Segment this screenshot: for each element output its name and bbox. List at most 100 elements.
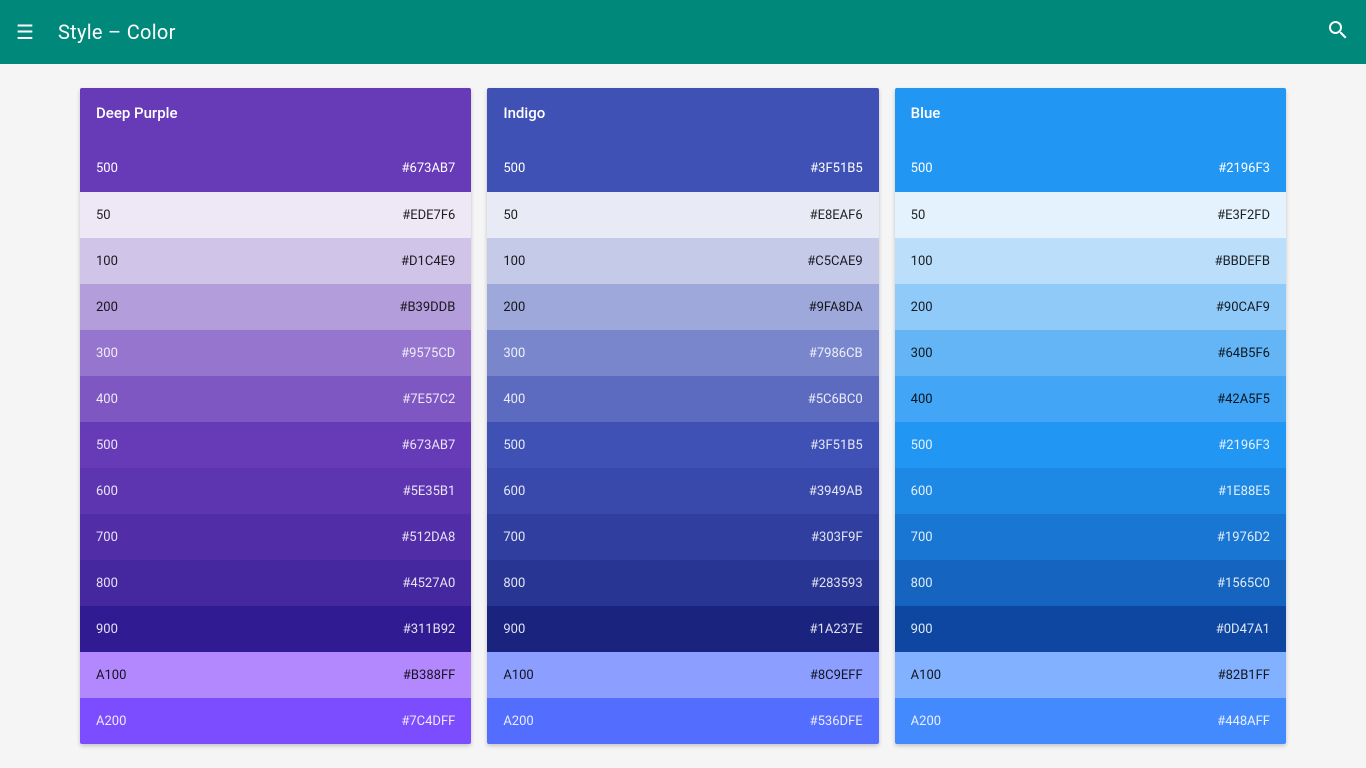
swatch-shade: 600	[503, 484, 525, 499]
swatch-shade: 500	[911, 438, 933, 453]
swatch-shade: 200	[911, 300, 933, 315]
header-shade: 500	[911, 161, 933, 176]
swatch-hex: #7986CB	[809, 346, 863, 361]
swatch-hex: #E8EAF6	[810, 208, 863, 223]
swatch-shade: 300	[911, 346, 933, 361]
swatch-row: 100#C5CAE9	[487, 238, 878, 284]
swatch-header-blue: Blue500#2196F3	[895, 88, 1286, 192]
swatch-shade: A200	[96, 714, 126, 729]
main-content: Deep Purple500#673AB750#EDE7F6100#D1C4E9…	[0, 64, 1366, 768]
swatch-hex: #1E88E5	[1218, 484, 1270, 499]
swatch-row: 300 #9575CD	[80, 330, 471, 376]
swatch-shade: 900	[96, 622, 118, 637]
swatch-hex: #1565C0	[1217, 576, 1270, 591]
swatch-hex: #B388FF	[403, 668, 455, 683]
swatch-shade: 700	[96, 530, 118, 545]
swatch-shade: 100	[911, 254, 933, 269]
swatch-row: A200#536DFE	[487, 698, 878, 744]
swatch-shade: 400	[96, 392, 118, 407]
color-info: 500#3F51B5	[503, 161, 862, 176]
swatch-shade: 200	[96, 300, 118, 315]
menu-icon[interactable]: ☰	[16, 20, 34, 44]
swatch-row: 100#D1C4E9	[80, 238, 471, 284]
swatch-shade: 600	[96, 484, 118, 499]
swatch-shade: 900	[911, 622, 933, 637]
swatch-row: 700#303F9F	[487, 514, 878, 560]
color-name: Deep Purple	[96, 104, 455, 122]
swatch-hex: #3949AB	[809, 484, 863, 499]
swatch-row: A100#8C9EFF	[487, 652, 878, 698]
swatch-row: 200 #B39DDB	[80, 284, 471, 330]
swatch-shade: 500	[96, 438, 118, 453]
swatch-row: 400 #5C6BC0	[487, 376, 878, 422]
swatch-row: 300#64B5F6	[895, 330, 1286, 376]
swatch-shade: 800	[911, 576, 933, 591]
swatch-hex: #536DFE	[810, 714, 863, 729]
swatch-shade: A100	[96, 668, 126, 683]
swatch-shade: A200	[911, 714, 941, 729]
swatch-hex: #EDE7F6	[402, 208, 455, 223]
swatch-hex: #283593	[811, 576, 863, 591]
swatch-hex: #5C6BC0	[808, 392, 863, 407]
swatch-hex: #448AFF	[1217, 714, 1270, 729]
color-column-blue: Blue500#2196F350#E3F2FD100#BBDEFB200#90C…	[895, 88, 1286, 744]
swatch-shade: A100	[503, 668, 533, 683]
swatch-hex: #C5CAE9	[807, 254, 862, 269]
swatch-row: 900 #0D47A1	[895, 606, 1286, 652]
swatch-row: 50 #E8EAF6	[487, 192, 878, 238]
header-hex: #673AB7	[402, 161, 456, 176]
swatch-shade: 700	[503, 530, 525, 545]
swatch-hex: #42A5F5	[1217, 392, 1270, 407]
swatch-row: 700#512DA8	[80, 514, 471, 560]
swatch-hex: #B39DDB	[399, 300, 455, 315]
swatch-header-indigo: Indigo500#3F51B5	[487, 88, 878, 192]
swatch-row: 800 #283593	[487, 560, 878, 606]
swatch-shade: 300	[96, 346, 118, 361]
swatch-shade: 400	[503, 392, 525, 407]
search-icon[interactable]	[1326, 18, 1350, 47]
swatch-hex: #9575CD	[401, 346, 455, 361]
swatch-row: 900 #1A237E	[487, 606, 878, 652]
swatch-hex: #311B92	[403, 622, 456, 637]
swatch-hex: #E3F2FD	[1217, 208, 1270, 223]
swatch-row: 200#90CAF9	[895, 284, 1286, 330]
swatch-row: 500#3F51B5	[487, 422, 878, 468]
swatch-shade: A100	[911, 668, 941, 683]
swatch-shade: 800	[503, 576, 525, 591]
swatch-row: A100 #B388FF	[80, 652, 471, 698]
swatch-row: A200 #7C4DFF	[80, 698, 471, 744]
color-info: 500#2196F3	[911, 161, 1270, 176]
swatch-row: 500#2196F3	[895, 422, 1286, 468]
swatch-row: 700#1976D2	[895, 514, 1286, 560]
app-header: ☰ Style – Color	[0, 0, 1366, 64]
swatch-shade: 800	[96, 576, 118, 591]
swatch-row: 200#9FA8DA	[487, 284, 878, 330]
header-hex: #3F51B5	[810, 161, 863, 176]
swatch-row: 500 #673AB7	[80, 422, 471, 468]
header-shade: 500	[96, 161, 118, 176]
swatch-hex: #5E35B1	[403, 484, 456, 499]
swatch-row: 50#EDE7F6	[80, 192, 471, 238]
swatch-hex: #1A237E	[810, 622, 863, 637]
swatch-hex: #82B1FF	[1218, 668, 1270, 683]
swatch-row: 300 #7986CB	[487, 330, 878, 376]
swatch-shade: 100	[96, 254, 118, 269]
swatch-shade: 400	[911, 392, 933, 407]
color-column-deep-purple: Deep Purple 500 #673AB7 50#EDE7F6100#D1C4E9…	[80, 88, 471, 744]
swatch-shade: 600	[911, 484, 933, 499]
swatch-hex: #673AB7	[402, 438, 456, 453]
swatch-hex: #0D47A1	[1216, 622, 1270, 637]
swatch-shade: 900	[503, 622, 525, 637]
swatch-shade: 50	[503, 208, 518, 223]
swatch-row: 400#7E57C2	[80, 376, 471, 422]
swatch-hex: #3F51B5	[810, 438, 863, 453]
swatch-row: A100 #82B1FF	[895, 652, 1286, 698]
swatch-row: 400 #42A5F5	[895, 376, 1286, 422]
swatch-shade: 300	[503, 346, 525, 361]
swatch-row: 50#E3F2FD	[895, 192, 1286, 238]
swatch-row: 600 #1E88E5	[895, 468, 1286, 514]
swatch-hex: #7C4DFF	[401, 714, 455, 729]
color-info: 500 #673AB7	[96, 161, 455, 176]
swatch-row: 800 #1565C0	[895, 560, 1286, 606]
swatch-shade: 200	[503, 300, 525, 315]
